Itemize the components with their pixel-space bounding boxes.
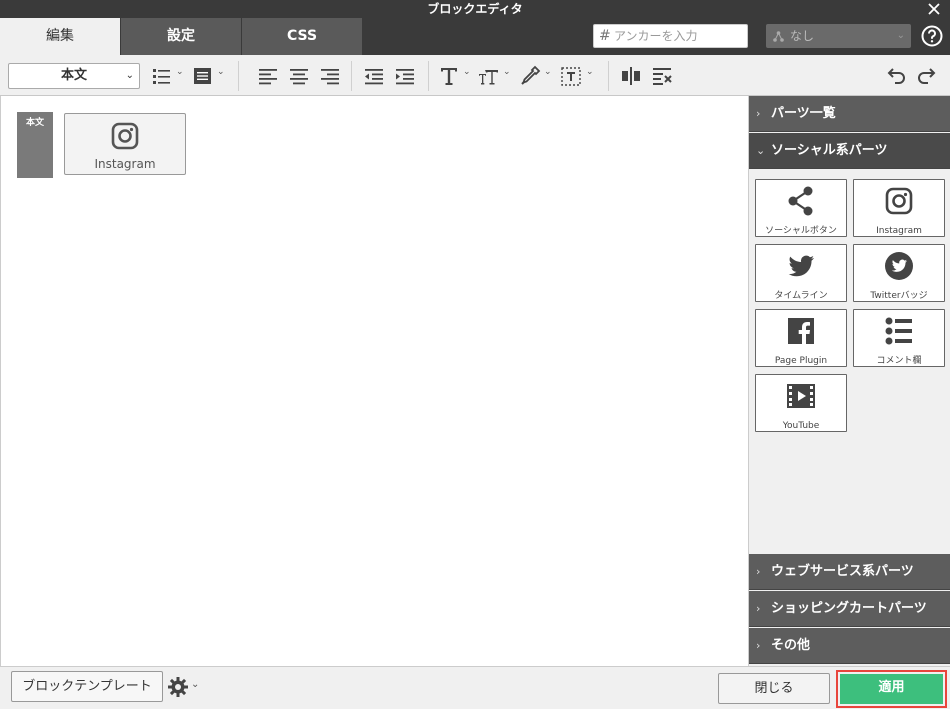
- chevron-down-icon[interactable]: ⌄: [586, 67, 594, 77]
- close-icon[interactable]: [928, 3, 940, 15]
- section-social-parts[interactable]: ⌄ ソーシャル系パーツ: [749, 133, 950, 169]
- chevron-right-icon: ›: [756, 565, 761, 578]
- tab-css[interactable]: CSS: [242, 18, 362, 55]
- section-web-service-parts[interactable]: › ウェブサービス系パーツ: [749, 554, 950, 590]
- undo-icon[interactable]: [885, 65, 907, 87]
- align-center-icon[interactable]: [288, 65, 310, 87]
- chevron-right-icon: ›: [756, 602, 761, 615]
- font-size-icon[interactable]: [478, 65, 500, 87]
- format-select-value: 本文: [60, 68, 87, 83]
- text-frame-icon[interactable]: [560, 65, 582, 87]
- hierarchy-icon: [773, 31, 784, 42]
- hash-icon: #: [599, 28, 611, 44]
- twitter-icon: [788, 255, 814, 277]
- chevron-down-icon: ⌄: [896, 30, 905, 41]
- twitter-badge-icon: [885, 252, 913, 280]
- section-label: パーツ一覧: [771, 106, 836, 121]
- window-title: ブロックエディタ: [427, 2, 523, 16]
- tab-bar: 編集 設定 CSS # アンカーを入力 なし ⌄: [0, 18, 950, 55]
- section-label: その他: [771, 638, 811, 653]
- film-icon: [787, 384, 815, 408]
- toolbar-divider: [428, 61, 429, 91]
- editor-canvas[interactable]: 本文 Instagram: [0, 96, 749, 666]
- apply-button-highlight: 適用: [836, 670, 947, 708]
- tab-settings[interactable]: 設定: [121, 18, 241, 55]
- list-icon[interactable]: [152, 65, 174, 87]
- chevron-down-icon[interactable]: ⌄: [544, 67, 552, 77]
- part-label: Page Plugin: [774, 356, 828, 366]
- part-label: Instagram: [876, 226, 922, 236]
- block-format-icon[interactable]: [192, 65, 214, 87]
- chevron-right-icon: ›: [756, 107, 761, 120]
- chevron-down-icon: ⌄: [756, 144, 766, 157]
- part-social-button[interactable]: ソーシャルボタン: [755, 179, 847, 237]
- part-label: ソーシャルボタン: [765, 226, 837, 236]
- instagram-block-label: Instagram: [94, 157, 156, 171]
- style-select[interactable]: なし ⌄: [766, 24, 911, 48]
- anchor-placeholder: アンカーを入力: [614, 29, 698, 43]
- text-style-icon[interactable]: [438, 65, 460, 87]
- part-instagram[interactable]: Instagram: [853, 179, 945, 237]
- section-other[interactable]: › その他: [749, 628, 950, 664]
- style-select-value: なし: [790, 29, 815, 43]
- instagram-icon: [885, 187, 913, 215]
- apply-button[interactable]: 適用: [840, 674, 943, 704]
- instagram-icon: [111, 122, 139, 150]
- chevron-down-icon: ⌄: [125, 70, 134, 81]
- gear-icon[interactable]: [167, 676, 189, 698]
- chevron-right-icon: ›: [756, 639, 761, 652]
- outdent-icon[interactable]: [363, 65, 385, 87]
- facebook-icon: [788, 318, 814, 344]
- format-select[interactable]: 本文 ⌄: [8, 63, 140, 89]
- section-label: ソーシャル系パーツ: [771, 143, 888, 158]
- toolbar-divider: [351, 61, 352, 91]
- bottom-bar: ブロックテンプレート ⌄ 閉じる 適用: [0, 666, 950, 709]
- section-shopping-cart-parts[interactable]: › ショッピングカートパーツ: [749, 591, 950, 627]
- parts-sidebar: › パーツ一覧 ⌄ ソーシャル系パーツ ソーシャルボタン Instagram タ…: [749, 96, 950, 666]
- part-label: YouTube: [782, 421, 820, 431]
- part-label: Twitterバッジ: [870, 291, 928, 301]
- toolbar-divider: [238, 61, 239, 91]
- chevron-down-icon[interactable]: ⌄: [463, 67, 471, 77]
- block-editor-window: ブロックエディタ 編集 設定 CSS # アンカーを入力 なし ⌄ 本文 ⌄ ⌄…: [0, 0, 950, 709]
- part-comment-list[interactable]: コメント欄: [853, 309, 945, 367]
- chevron-down-icon[interactable]: ⌄: [176, 67, 184, 77]
- clear-format-icon[interactable]: [651, 65, 673, 87]
- comment-list-icon: [885, 317, 912, 345]
- toolbar-divider: [608, 61, 609, 91]
- split-block-icon[interactable]: [620, 65, 642, 87]
- part-timeline[interactable]: タイムライン: [755, 244, 847, 302]
- align-left-icon[interactable]: [257, 65, 279, 87]
- instagram-block[interactable]: Instagram: [64, 113, 186, 175]
- part-label: コメント欄: [876, 356, 922, 366]
- section-label: ショッピングカートパーツ: [771, 601, 927, 616]
- part-youtube[interactable]: YouTube: [755, 374, 847, 432]
- color-picker-icon[interactable]: [519, 65, 541, 87]
- tab-edit[interactable]: 編集: [0, 18, 120, 55]
- indent-icon[interactable]: [394, 65, 416, 87]
- block-template-button[interactable]: ブロックテンプレート: [11, 671, 163, 702]
- part-page-plugin[interactable]: Page Plugin: [755, 309, 847, 367]
- close-button[interactable]: 閉じる: [718, 673, 830, 704]
- format-toolbar: 本文 ⌄ ⌄ ⌄ ⌄ ⌄ ⌄ ⌄: [0, 55, 950, 96]
- help-icon[interactable]: [921, 25, 943, 47]
- chevron-down-icon[interactable]: ⌄: [191, 679, 199, 690]
- chevron-down-icon[interactable]: ⌄: [503, 67, 511, 77]
- align-right-icon[interactable]: [319, 65, 341, 87]
- anchor-input[interactable]: # アンカーを入力: [593, 24, 748, 48]
- part-twitter-badge[interactable]: Twitterバッジ: [853, 244, 945, 302]
- block-type-tag[interactable]: 本文: [17, 112, 53, 178]
- share-icon: [788, 186, 813, 216]
- chevron-down-icon[interactable]: ⌄: [217, 67, 225, 77]
- redo-icon[interactable]: [916, 65, 938, 87]
- section-parts-list[interactable]: › パーツ一覧: [749, 96, 950, 132]
- part-label: タイムライン: [774, 291, 828, 301]
- title-bar: ブロックエディタ: [0, 0, 950, 18]
- section-label: ウェブサービス系パーツ: [771, 564, 914, 579]
